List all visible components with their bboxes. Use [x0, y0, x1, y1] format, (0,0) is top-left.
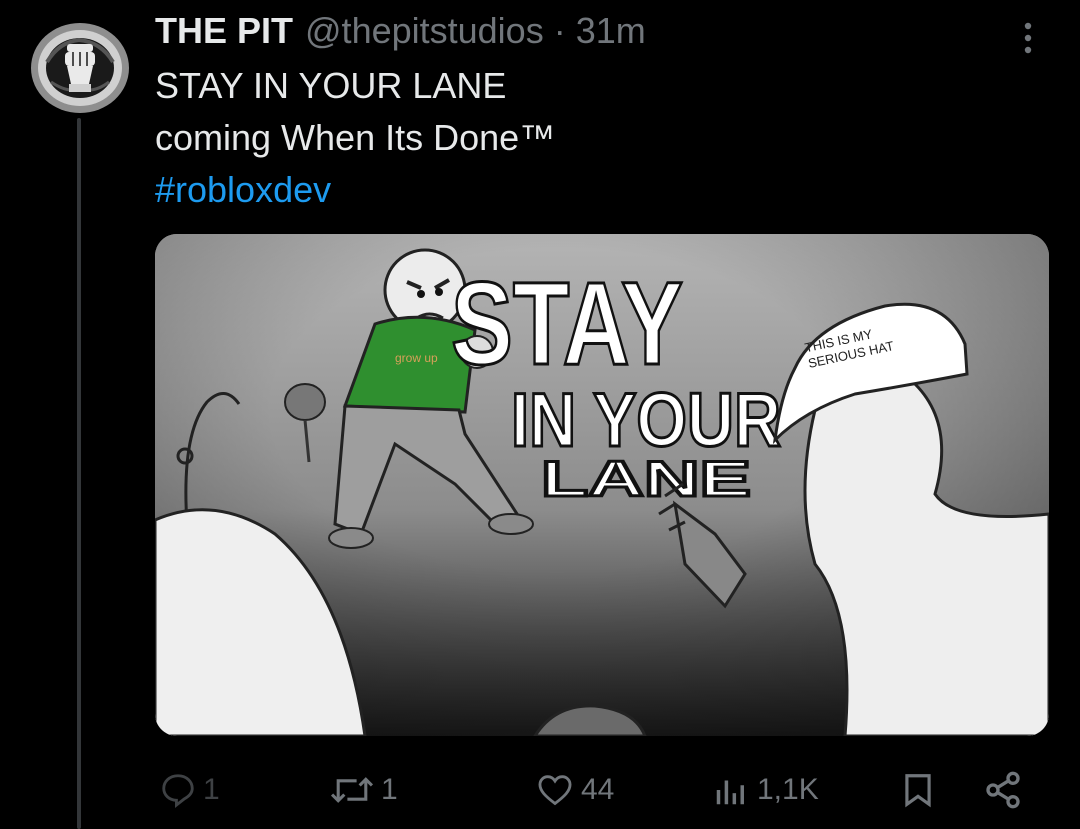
avatar[interactable] — [29, 22, 131, 114]
art-title-lane: LANE — [541, 451, 751, 507]
post-hashtag[interactable]: #robloxdev — [155, 166, 331, 214]
views-button[interactable]: 1,1K — [711, 764, 819, 816]
art-title-stay: STAY — [451, 258, 683, 390]
author-name[interactable]: THE PIT — [155, 10, 293, 52]
post-time[interactable]: 31m — [576, 10, 646, 52]
bookmark-button[interactable] — [899, 764, 937, 816]
bookmark-icon — [905, 774, 931, 808]
like-button[interactable]: 44 — [535, 764, 614, 816]
repost-button[interactable]: 1 — [329, 764, 398, 816]
thread-line — [77, 118, 81, 829]
reply-count: 1 — [203, 773, 220, 806]
reply-icon — [162, 774, 194, 808]
avatar-fist-icon — [31, 23, 129, 113]
like-count: 44 — [581, 773, 615, 806]
post-media[interactable]: grow up STAY IN YOUR LANE THIS IS MY SER… — [155, 234, 1049, 736]
action-bar: 1 1 44 1,1K — [155, 764, 1035, 816]
repost-icon — [330, 777, 374, 803]
header-separator: · — [553, 10, 566, 51]
media-illustration: grow up STAY IN YOUR LANE THIS IS MY SER… — [155, 234, 1049, 736]
reply-button[interactable]: 1 — [159, 764, 220, 816]
more-button[interactable] — [1016, 18, 1040, 58]
like-icon — [538, 775, 572, 806]
post-text-line-2: coming When Its Done™ — [155, 117, 556, 158]
more-icon — [1024, 22, 1032, 54]
share-button[interactable] — [983, 764, 1023, 816]
view-count: 1,1K — [757, 773, 819, 806]
post-text-line-1: STAY IN YOUR LANE — [155, 65, 507, 106]
svg-text:grow up: grow up — [395, 351, 438, 365]
views-icon — [716, 780, 744, 805]
post-header: THE PIT @thepitstudios · 31m — [155, 10, 646, 56]
author-handle[interactable]: @thepitstudios — [305, 10, 544, 52]
share-icon — [986, 771, 1020, 809]
repost-count: 1 — [381, 773, 398, 806]
